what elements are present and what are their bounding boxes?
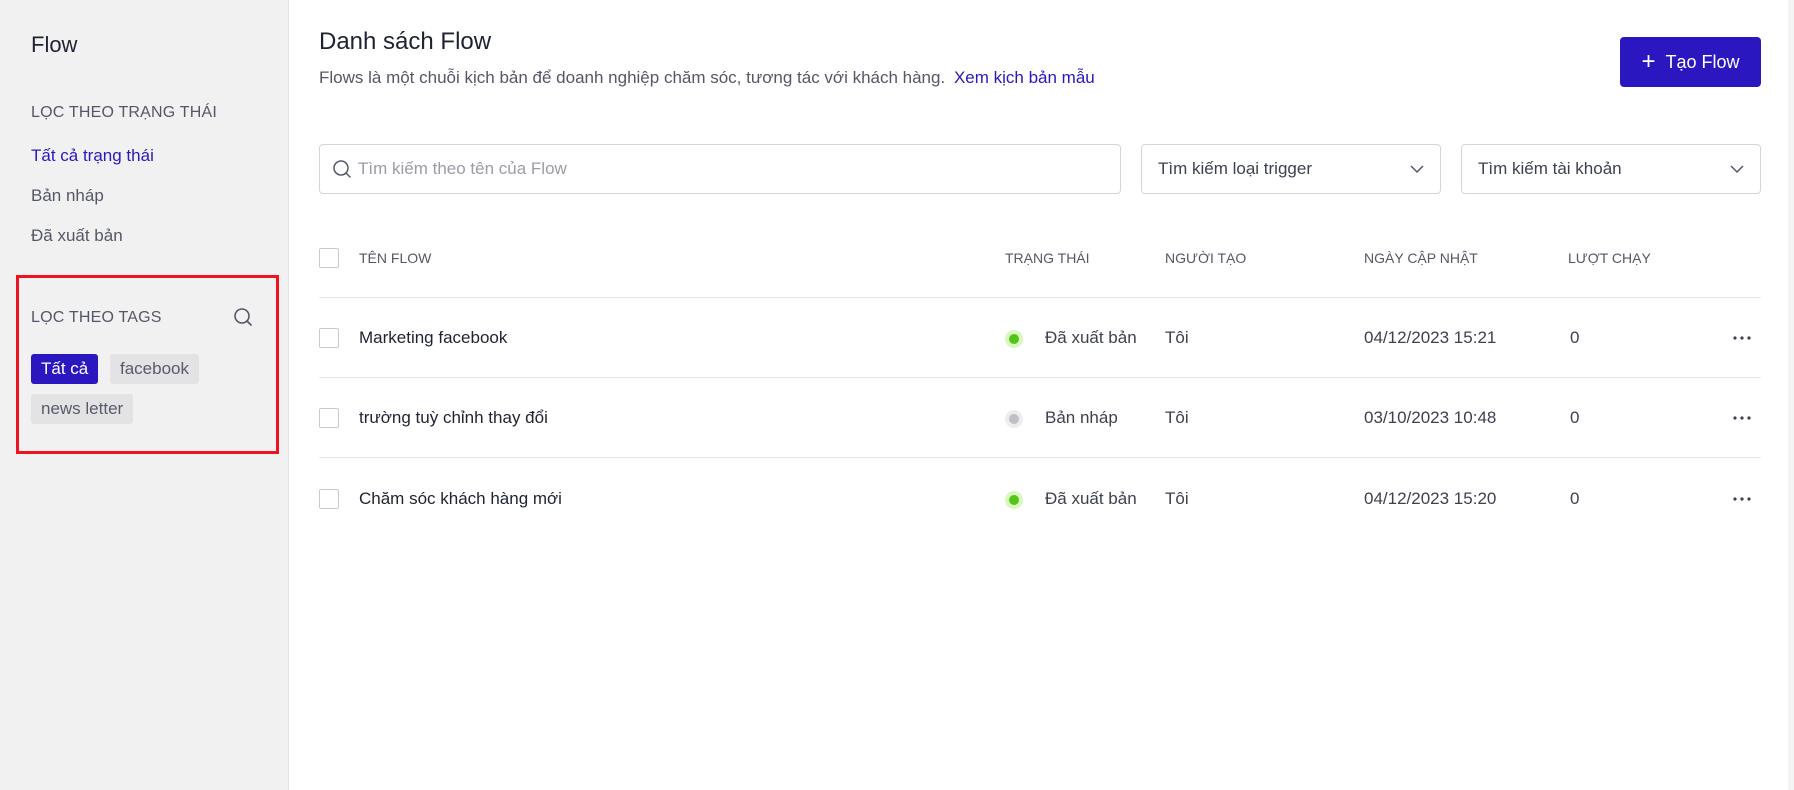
chevron-down-icon [1730,164,1744,174]
flow-name[interactable]: trường tuỳ chỉnh thay đổi [359,408,548,428]
row-checkbox[interactable] [319,489,339,509]
flow-runs: 0 [1570,328,1580,347]
status-filter-heading: LỌC THEO TRẠNG THÁI [31,104,218,121]
flow-status: Đã xuất bản [1045,489,1137,508]
flow-name[interactable]: Marketing facebook [359,328,507,348]
status-filter-published[interactable]: Đã xuất bản [31,226,123,246]
flow-updated: 04/12/2023 15:21 [1364,328,1497,347]
status-dot [1005,330,1023,348]
more-actions-icon[interactable] [1730,406,1754,430]
flow-runs: 0 [1570,408,1580,427]
sidebar-title: Flow [31,32,78,57]
row-divider [319,457,1761,458]
flow-search-input[interactable] [358,159,1120,179]
flow-search-box [319,144,1121,194]
row-checkbox[interactable] [319,408,339,428]
sidebar: Flow LỌC THEO TRẠNG THÁI Tất cả trạng th… [0,0,289,790]
status-filter-all[interactable]: Tất cả trạng thái [31,146,154,166]
status-dot [1005,491,1023,509]
tags-filter-heading: LỌC THEO TAGS [31,309,162,326]
status-filter-draft[interactable]: Bản nháp [31,186,104,206]
plus-icon: + [1641,48,1656,75]
column-header-updated: NGÀY CẬP NHẬT [1364,250,1478,266]
flow-creator: Tôi [1165,408,1189,427]
page-description: Flows là một chuỗi kịch bản để doanh ngh… [319,68,1095,88]
search-icon [332,159,352,179]
chevron-down-icon [1410,164,1424,174]
create-flow-button[interactable]: + Tạo Flow [1620,37,1761,87]
flow-runs: 0 [1570,489,1580,508]
row-checkbox[interactable] [319,328,339,348]
flow-status: Đã xuất bản [1045,328,1137,347]
page-description-text: Flows là một chuỗi kịch bản để doanh ngh… [319,68,946,87]
column-header-creator: NGƯỜI TẠO [1165,250,1247,266]
trigger-type-select-label: Tìm kiếm loại trigger [1158,159,1312,178]
account-select[interactable]: Tìm kiếm tài khoản [1461,144,1761,194]
tag-all[interactable]: Tất cả [31,354,99,384]
status-dot [1005,410,1023,428]
search-icon[interactable] [232,306,254,328]
tag-news-letter[interactable]: news letter [31,394,134,424]
flow-updated: 04/12/2023 15:20 [1364,489,1497,508]
page-title: Danh sách Flow [319,28,492,55]
column-header-runs: LƯỢT CHẠY [1568,250,1651,266]
flow-updated: 03/10/2023 10:48 [1364,408,1497,427]
flow-creator: Tôi [1165,489,1189,508]
scrollbar[interactable] [1788,0,1794,790]
view-templates-link[interactable]: Xem kịch bản mẫu [954,68,1095,87]
row-divider [319,297,1761,298]
create-flow-label: Tạo Flow [1665,51,1740,72]
trigger-type-select[interactable]: Tìm kiếm loại trigger [1141,144,1441,194]
more-actions-icon[interactable] [1730,487,1754,511]
account-select-label: Tìm kiếm tài khoản [1478,159,1622,178]
column-header-status: TRẠNG THÁI [1005,250,1090,266]
row-divider [319,377,1761,378]
select-all-checkbox[interactable] [319,248,339,268]
flow-status: Bản nháp [1045,408,1118,427]
app-root: Flow LỌC THEO TRẠNG THÁI Tất cả trạng th… [0,0,1794,790]
column-header-name: TÊN FLOW [359,250,432,266]
flow-name[interactable]: Chăm sóc khách hàng mới [359,489,562,509]
more-actions-icon[interactable] [1730,326,1754,350]
tag-facebook[interactable]: facebook [110,354,199,384]
flow-creator: Tôi [1165,328,1189,347]
